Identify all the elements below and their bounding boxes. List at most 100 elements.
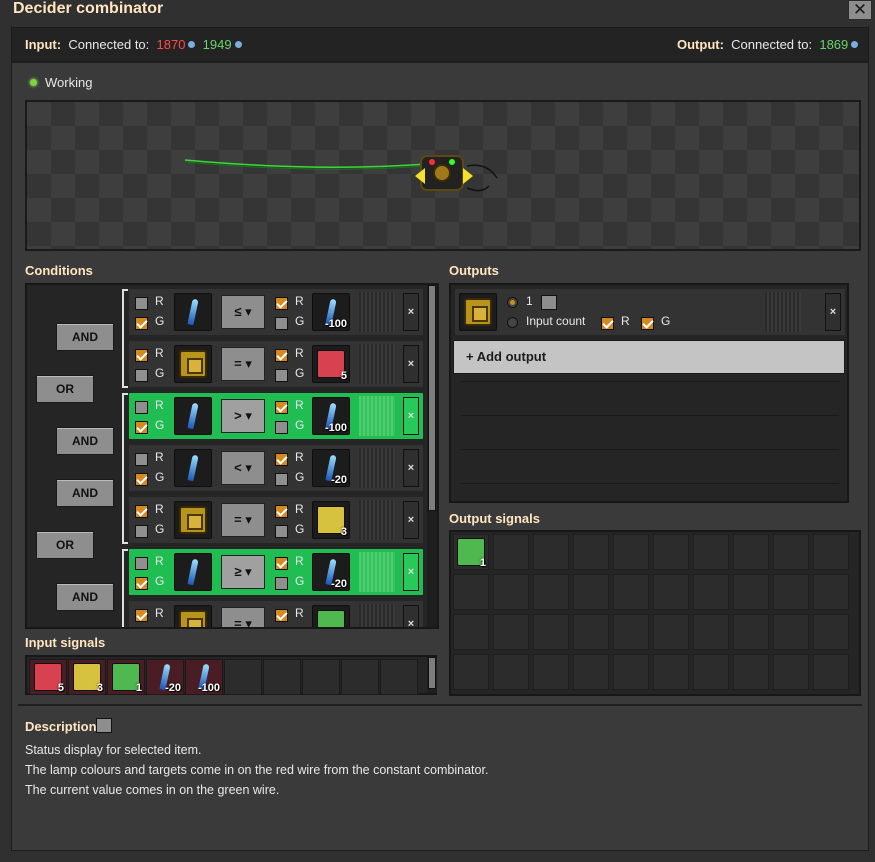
- edit-description-pencil-icon[interactable]: [96, 718, 112, 733]
- left-red-checkbox[interactable]: [135, 297, 148, 310]
- or-button[interactable]: OR: [36, 531, 94, 559]
- pen-icon: [187, 454, 199, 482]
- left-green-checkbox[interactable]: [135, 369, 148, 382]
- and-button[interactable]: AND: [56, 479, 114, 507]
- comparator-dropdown[interactable]: ≤ ▾: [221, 295, 265, 329]
- output-signal-slot[interactable]: [459, 293, 497, 331]
- remove-output-button[interactable]: ×: [825, 293, 841, 331]
- left-green-checkbox[interactable]: [135, 577, 148, 590]
- right-red-checkbox[interactable]: [275, 505, 288, 518]
- info-icon[interactable]: [234, 41, 242, 48]
- left-red-checkbox[interactable]: [135, 505, 148, 518]
- empty-signal-slot: [653, 654, 689, 690]
- entity-preview-image: [184, 155, 498, 192]
- right-signal-slot[interactable]: [312, 605, 350, 627]
- output-red-checkbox[interactable]: [601, 317, 614, 330]
- info-icon[interactable]: [188, 41, 196, 48]
- and-button[interactable]: AND: [56, 583, 114, 611]
- remove-condition-button[interactable]: ×: [403, 449, 419, 487]
- comparator-dropdown[interactable]: ≥ ▾: [221, 555, 265, 589]
- output-row: 1 Input count R G ×: [455, 289, 845, 335]
- right-red-checkbox[interactable]: [275, 557, 288, 570]
- right-signal-slot[interactable]: -20: [312, 553, 350, 591]
- or-button[interactable]: OR: [36, 375, 94, 403]
- right-red-checkbox[interactable]: [275, 401, 288, 414]
- left-red-checkbox[interactable]: [135, 401, 148, 414]
- scrollbar-thumb[interactable]: [428, 657, 436, 689]
- right-red-checkbox[interactable]: [275, 609, 288, 622]
- pen-icon: [187, 298, 199, 326]
- comparator-dropdown[interactable]: < ▾: [221, 451, 265, 485]
- left-red-checkbox[interactable]: [135, 557, 148, 570]
- add-output-button[interactable]: + Add output: [453, 340, 845, 374]
- input-connections: Input: Connected to: 1870 1949: [25, 37, 242, 52]
- and-button[interactable]: AND: [56, 427, 114, 455]
- connection-bar: Input: Connected to: 1870 1949 Output: C…: [11, 27, 869, 62]
- left-green-checkbox[interactable]: [135, 525, 148, 538]
- left-red-checkbox[interactable]: [135, 349, 148, 362]
- right-green-checkbox[interactable]: [275, 317, 288, 330]
- comparator-dropdown[interactable]: > ▾: [221, 399, 265, 433]
- left-signal-slot[interactable]: [174, 449, 212, 487]
- right-signal-slot[interactable]: -20: [312, 449, 350, 487]
- left-red-checkbox[interactable]: [135, 609, 148, 622]
- right-green-checkbox[interactable]: [275, 525, 288, 538]
- remove-condition-button[interactable]: ×: [403, 397, 419, 435]
- comparator-dropdown[interactable]: = ▾: [221, 347, 265, 381]
- left-signal-slot[interactable]: [174, 553, 212, 591]
- right-signal-slot[interactable]: -100: [312, 293, 350, 331]
- input-signal: -20: [146, 659, 184, 695]
- comparator-value: ≥: [234, 564, 242, 579]
- left-signal-slot[interactable]: [174, 605, 212, 627]
- right-red-checkbox[interactable]: [275, 349, 288, 362]
- remove-condition-button[interactable]: ×: [403, 293, 419, 331]
- left-signal-slot[interactable]: [174, 397, 212, 435]
- left-green-label: G: [155, 314, 165, 328]
- constant-radio[interactable]: [507, 297, 518, 308]
- output-signals-panel: 1: [449, 530, 861, 696]
- left-green-checkbox[interactable]: [135, 473, 148, 486]
- conditions-scrollbar[interactable]: [427, 285, 437, 627]
- comparator-dropdown[interactable]: = ▾: [221, 607, 265, 627]
- info-icon[interactable]: [851, 41, 859, 48]
- empty-signal-slot: [493, 574, 529, 610]
- comparator-value: =: [234, 512, 242, 527]
- scrollbar-thumb[interactable]: [428, 285, 436, 511]
- group-bracket: [122, 393, 128, 544]
- right-green-checkbox[interactable]: [275, 473, 288, 486]
- edit-pencil-icon[interactable]: [541, 295, 557, 310]
- remove-condition-button[interactable]: ×: [403, 501, 419, 539]
- left-red-checkbox[interactable]: [135, 453, 148, 466]
- right-green-checkbox[interactable]: [275, 421, 288, 434]
- title-bar[interactable]: Decider combinator: [0, 0, 875, 22]
- remove-condition-button[interactable]: ×: [403, 345, 419, 383]
- right-signal-slot[interactable]: 3: [312, 501, 350, 539]
- left-signal-slot[interactable]: [174, 501, 212, 539]
- description-text[interactable]: Status display for selected item. The la…: [25, 740, 488, 800]
- right-green-checkbox[interactable]: [275, 577, 288, 590]
- close-button[interactable]: ✕: [848, 0, 872, 20]
- left-green-checkbox[interactable]: [135, 421, 148, 434]
- left-signal-slot[interactable]: [174, 345, 212, 383]
- comparator-dropdown[interactable]: = ▾: [221, 503, 265, 537]
- left-green-label: G: [155, 574, 165, 588]
- left-signal-slot[interactable]: [174, 293, 212, 331]
- left-green-checkbox[interactable]: [135, 317, 148, 330]
- conditions-panel[interactable]: AND OR AND AND OR AND R G ≤ ▾ R G -100 × R G = ▾ R…: [25, 283, 439, 629]
- condition-hatch: [359, 292, 395, 332]
- empty-signal-slot: [493, 614, 529, 650]
- remove-condition-button[interactable]: ×: [403, 553, 419, 591]
- right-red-checkbox[interactable]: [275, 297, 288, 310]
- right-signal-value: -100: [324, 318, 347, 330]
- right-red-checkbox[interactable]: [275, 453, 288, 466]
- right-signal-slot[interactable]: -100: [312, 397, 350, 435]
- right-signal-slot[interactable]: 5: [312, 345, 350, 383]
- remove-condition-button[interactable]: ×: [403, 605, 419, 627]
- input-signals-scrollbar[interactable]: [427, 657, 437, 693]
- entity-preview[interactable]: [25, 100, 861, 251]
- condition-row: R G = ▾ R G ×: [129, 601, 423, 627]
- output-green-checkbox[interactable]: [641, 317, 654, 330]
- right-green-checkbox[interactable]: [275, 369, 288, 382]
- and-button[interactable]: AND: [56, 323, 114, 351]
- input-count-radio[interactable]: [507, 317, 518, 328]
